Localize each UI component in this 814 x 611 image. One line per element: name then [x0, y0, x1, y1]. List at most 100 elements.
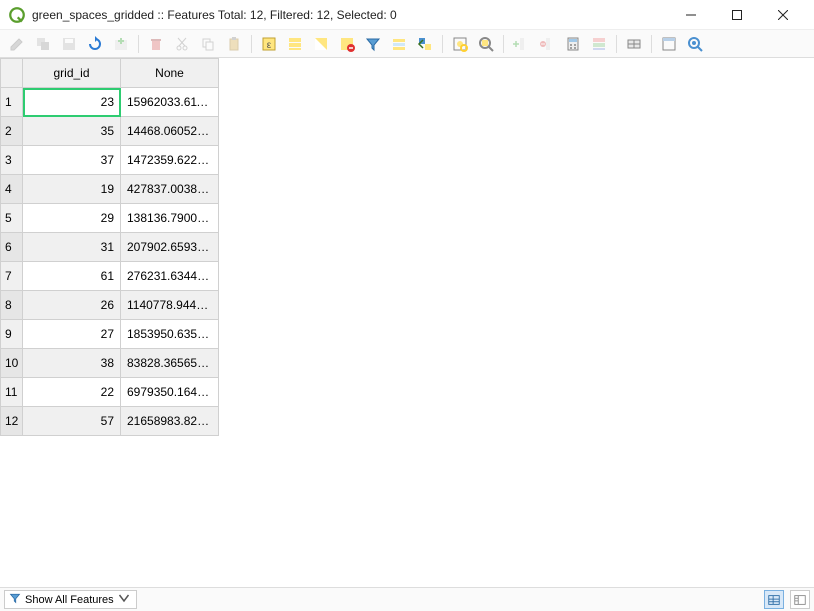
cell-none[interactable]: 1140778.944095...: [121, 291, 219, 320]
cell-grid-id[interactable]: 26: [23, 291, 121, 320]
new-column-icon[interactable]: [510, 33, 532, 55]
cell-none[interactable]: 6979350.164590...: [121, 378, 219, 407]
delete-column-icon[interactable]: [536, 33, 558, 55]
row-header[interactable]: 6: [1, 233, 23, 262]
cell-grid-id[interactable]: 57: [23, 407, 121, 436]
cell-none[interactable]: 1853950.635000...: [121, 320, 219, 349]
select-by-value-icon[interactable]: [388, 33, 410, 55]
qgis-logo-icon: [8, 6, 26, 24]
row-header[interactable]: 1: [1, 88, 23, 117]
reload-icon[interactable]: [84, 33, 106, 55]
row-header[interactable]: 11: [1, 378, 23, 407]
cell-none[interactable]: 14468.06052163...: [121, 117, 219, 146]
row-header[interactable]: 12: [1, 407, 23, 436]
table-row[interactable]: 761276231.6344655...: [1, 262, 219, 291]
filter-icon: [9, 592, 21, 607]
minimize-button[interactable]: [668, 0, 714, 30]
filter-mode-label: Show All Features: [25, 594, 114, 606]
dock-window-icon[interactable]: [658, 33, 680, 55]
actions-icon[interactable]: [623, 33, 645, 55]
table-row[interactable]: 12315962033.61128...: [1, 88, 219, 117]
table-view-button[interactable]: [764, 590, 784, 609]
move-selection-top-icon[interactable]: [414, 33, 436, 55]
toolbar-separator: [442, 35, 443, 53]
window-title: green_spaces_gridded :: Features Total: …: [32, 8, 668, 22]
cell-none[interactable]: 138136.7900205...: [121, 204, 219, 233]
toolbar-separator: [138, 35, 139, 53]
column-header-none[interactable]: None: [121, 59, 219, 88]
column-header-grid-id[interactable]: grid_id: [23, 59, 121, 88]
cell-none[interactable]: 1472359.622126...: [121, 146, 219, 175]
filter-selection-icon[interactable]: [362, 33, 384, 55]
row-header[interactable]: 8: [1, 291, 23, 320]
copy-icon[interactable]: [197, 33, 219, 55]
table-row[interactable]: 3371472359.622126...: [1, 146, 219, 175]
cell-grid-id[interactable]: 22: [23, 378, 121, 407]
invert-selection-icon[interactable]: [310, 33, 332, 55]
attribute-table-area[interactable]: grid_id None 12315962033.61128...2351446…: [0, 58, 814, 587]
table-row[interactable]: 419427837.0038470...: [1, 175, 219, 204]
cell-grid-id[interactable]: 61: [23, 262, 121, 291]
filter-mode-button[interactable]: Show All Features: [4, 590, 137, 609]
cell-none[interactable]: 21658983.82321...: [121, 407, 219, 436]
window-controls: [668, 0, 806, 30]
cell-grid-id[interactable]: 31: [23, 233, 121, 262]
form-view-button[interactable]: [790, 590, 810, 609]
table-row[interactable]: 631207902.6593238...: [1, 233, 219, 262]
save-edits-icon[interactable]: [58, 33, 80, 55]
deselect-all-icon[interactable]: [336, 33, 358, 55]
toolbar-separator: [616, 35, 617, 53]
row-header[interactable]: 9: [1, 320, 23, 349]
row-header[interactable]: 7: [1, 262, 23, 291]
toolbar-separator: [503, 35, 504, 53]
zoom-to-selected-icon[interactable]: [475, 33, 497, 55]
cell-none[interactable]: 207902.6593238...: [121, 233, 219, 262]
cell-grid-id[interactable]: 19: [23, 175, 121, 204]
cell-grid-id[interactable]: 35: [23, 117, 121, 146]
cell-grid-id[interactable]: 29: [23, 204, 121, 233]
row-header[interactable]: 3: [1, 146, 23, 175]
attribute-table: grid_id None 12315962033.61128...2351446…: [0, 58, 219, 436]
identify-icon[interactable]: [684, 33, 706, 55]
toolbar-separator: [651, 35, 652, 53]
row-header[interactable]: 2: [1, 117, 23, 146]
cell-grid-id[interactable]: 38: [23, 349, 121, 378]
field-calculator-icon[interactable]: [562, 33, 584, 55]
chevron-down-icon: [118, 592, 130, 607]
cell-grid-id[interactable]: 27: [23, 320, 121, 349]
statusbar: Show All Features: [0, 587, 814, 611]
close-button[interactable]: [760, 0, 806, 30]
toolbar: ε: [0, 30, 814, 58]
toggle-edit-icon[interactable]: [6, 33, 28, 55]
conditional-formatting-icon[interactable]: [588, 33, 610, 55]
table-row[interactable]: 11226979350.164590...: [1, 378, 219, 407]
maximize-button[interactable]: [714, 0, 760, 30]
toolbar-separator: [251, 35, 252, 53]
add-feature-icon[interactable]: [110, 33, 132, 55]
row-header[interactable]: 4: [1, 175, 23, 204]
select-by-expression-icon[interactable]: ε: [258, 33, 280, 55]
table-corner[interactable]: [1, 59, 23, 88]
cell-none[interactable]: 83828.36565011...: [121, 349, 219, 378]
select-all-icon[interactable]: [284, 33, 306, 55]
table-row[interactable]: 9271853950.635000...: [1, 320, 219, 349]
cell-grid-id[interactable]: 23: [23, 88, 121, 117]
table-row[interactable]: 529138136.7900205...: [1, 204, 219, 233]
titlebar: green_spaces_gridded :: Features Total: …: [0, 0, 814, 30]
pan-to-selected-icon[interactable]: [449, 33, 471, 55]
cell-none[interactable]: 427837.0038470...: [121, 175, 219, 204]
row-header[interactable]: 10: [1, 349, 23, 378]
svg-text:ε: ε: [267, 40, 272, 51]
cell-grid-id[interactable]: 37: [23, 146, 121, 175]
table-row[interactable]: 103883828.36565011...: [1, 349, 219, 378]
cut-icon[interactable]: [171, 33, 193, 55]
multi-edit-icon[interactable]: [32, 33, 54, 55]
cell-none[interactable]: 15962033.61128...: [121, 88, 219, 117]
table-row[interactable]: 8261140778.944095...: [1, 291, 219, 320]
cell-none[interactable]: 276231.6344655...: [121, 262, 219, 291]
row-header[interactable]: 5: [1, 204, 23, 233]
delete-selected-icon[interactable]: [145, 33, 167, 55]
table-row[interactable]: 125721658983.82321...: [1, 407, 219, 436]
paste-icon[interactable]: [223, 33, 245, 55]
table-row[interactable]: 23514468.06052163...: [1, 117, 219, 146]
